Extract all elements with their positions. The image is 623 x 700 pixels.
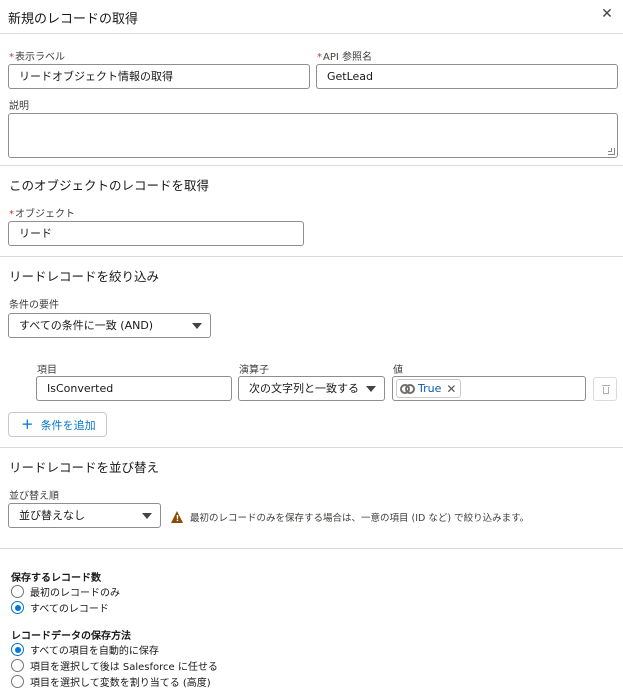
condition-operator-value: 次の文字列と一致する [249, 382, 359, 395]
condition-operator-label: 演算子 [239, 365, 269, 376]
api-name-field-label-text: API 参照名 [323, 52, 372, 63]
modal-title: 新規のレコードの取得 [8, 12, 139, 27]
radio-all-records[interactable]: すべてのレコード [11, 600, 109, 615]
object-section-title: このオブジェクトのレコードを取得 [9, 178, 210, 193]
sort-section-title: リードレコードを並び替え [9, 460, 160, 475]
radio-choose-fields-variables[interactable]: 項目を選択して変数を割り当てる (高度) [11, 674, 211, 689]
condition-value-label: 値 [393, 365, 403, 376]
sort-warning-text: 最初のレコードのみを保存する場合は、一意の項目 (ID など) で絞り込みます。 [190, 513, 530, 524]
required-marker: * [9, 209, 14, 220]
required-marker: * [317, 52, 322, 63]
radio-label: すべての項目を自動的に保存 [30, 646, 159, 657]
sort-warning: ! 最初のレコードのみを保存する場合は、一意の項目 (ID など) で絞り込みま… [171, 510, 529, 524]
description-textarea[interactable] [8, 113, 618, 158]
chevron-down-icon [142, 513, 152, 519]
condition-field-label: 項目 [37, 365, 57, 376]
condition-operator-select[interactable]: 次の文字列と一致する [238, 376, 385, 401]
radio-label: 最初のレコードのみ [30, 588, 120, 599]
plus-icon: + [21, 415, 34, 433]
radio-button[interactable] [11, 659, 24, 672]
radio-choose-fields-auto[interactable]: 項目を選択して後は Salesforce に任せる [11, 658, 218, 673]
api-name-input[interactable]: GetLead [316, 64, 618, 89]
filter-section-title: リードレコードを絞り込み [9, 269, 160, 284]
condition-value-input[interactable]: True ✕ [392, 376, 586, 401]
label-field-label: *表示ラベル [9, 48, 65, 63]
condition-requirement-label: 条件の要件 [9, 300, 59, 311]
remove-pill-icon[interactable]: ✕ [446, 383, 456, 395]
delete-condition-button[interactable] [593, 377, 617, 401]
radio-button-selected[interactable] [11, 601, 24, 614]
radio-button[interactable] [11, 585, 24, 598]
divider [0, 165, 623, 166]
warning-icon: ! [171, 511, 184, 523]
sort-order-select[interactable]: 並び替えなし [8, 503, 161, 528]
storage-method-title: レコードデータの保存方法 [11, 631, 131, 642]
record-count-title: 保存するレコード数 [11, 573, 101, 584]
toggle-icon [400, 383, 415, 395]
add-condition-button[interactable]: + 条件を追加 [8, 412, 107, 437]
radio-label: 項目を選択して変数を割り当てる (高度) [30, 678, 211, 689]
trash-icon [602, 385, 610, 386]
condition-field-input[interactable]: IsConverted [36, 376, 232, 401]
divider [0, 447, 623, 448]
api-name-field-label: *API 参照名 [317, 48, 372, 63]
object-input[interactable]: リード [8, 221, 304, 246]
radio-label: 項目を選択して後は Salesforce に任せる [30, 662, 218, 673]
label-input[interactable]: リードオブジェクト情報の取得 [8, 64, 310, 89]
radio-button-selected[interactable] [11, 643, 24, 656]
trash-can-body [603, 387, 609, 394]
chevron-down-icon [192, 323, 202, 329]
description-label: 説明 [9, 101, 29, 112]
label-field-label-text: 表示ラベル [15, 52, 65, 63]
radio-button[interactable] [11, 675, 24, 688]
object-field-label-text: オブジェクト [15, 209, 75, 220]
object-field-label: *オブジェクト [9, 205, 75, 220]
add-condition-label: 条件を追加 [40, 418, 96, 432]
resize-handle-icon[interactable] [608, 148, 615, 155]
value-pill-label: True [418, 382, 442, 395]
divider [0, 548, 623, 549]
divider [0, 256, 623, 257]
close-icon[interactable]: ✕ [599, 6, 615, 22]
radio-first-record-only[interactable]: 最初のレコードのみ [11, 584, 120, 599]
chevron-down-icon [366, 386, 376, 392]
radio-label: すべてのレコード [30, 604, 109, 615]
value-pill[interactable]: True ✕ [396, 379, 462, 398]
sort-order-label: 並び替え順 [9, 491, 59, 502]
modal-header: 新規のレコードの取得 ✕ [0, 0, 623, 34]
radio-store-all-fields[interactable]: すべての項目を自動的に保存 [11, 642, 159, 657]
condition-requirement-value: すべての条件に一致 (AND) [19, 319, 154, 332]
sort-order-value: 並び替えなし [19, 509, 85, 522]
condition-requirement-select[interactable]: すべての条件に一致 (AND) [8, 313, 211, 338]
required-marker: * [9, 52, 14, 63]
